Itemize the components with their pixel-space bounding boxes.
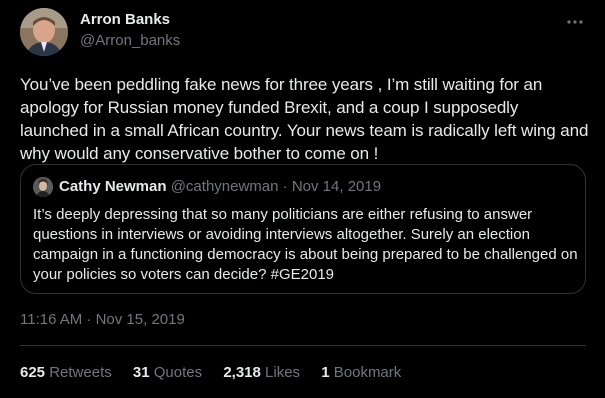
bookmarks-stat[interactable]: 1 Bookmark (321, 364, 401, 381)
quote-text: It’s deeply depressing that so many poli… (33, 206, 578, 283)
quote-author-name[interactable]: Cathy Newman (59, 178, 167, 195)
quotes-stat[interactable]: 31 Quotes (133, 364, 202, 381)
retweets-stat[interactable]: 625 Retweets (20, 364, 112, 381)
tweet-timestamp[interactable]: 11:16 AM · Nov 15, 2019 (20, 311, 185, 328)
retweets-count: 625 (20, 364, 46, 381)
quote-header: Cathy Newman @cathynewman · Nov 14, 2019 (59, 178, 381, 195)
quote-author-avatar (33, 177, 53, 197)
bookmarks-label: Bookmark (333, 364, 402, 381)
engagement-stats: 625 Retweets 31 Quotes 2,318 Likes 1 Boo… (20, 364, 418, 381)
author-handle[interactable]: @Arron_banks (80, 32, 180, 49)
tweet-text: You’ve been peddling fake news for three… (20, 75, 589, 163)
quote-separator: · (278, 178, 292, 195)
likes-count: 2,318 (223, 364, 261, 381)
quoted-tweet[interactable]: Cathy Newman @cathynewman · Nov 14, 2019… (20, 164, 586, 294)
quotes-count: 31 (132, 364, 150, 381)
author-name[interactable]: Arron Banks (80, 11, 170, 28)
likes-label: Likes (265, 364, 301, 381)
divider (20, 345, 586, 346)
retweets-label: Retweets (49, 364, 112, 381)
bookmarks-count: 1 (321, 364, 330, 381)
quote-author-handle[interactable]: @cathynewman (171, 178, 279, 195)
tweet: Arron Banks @Arron_banks You’ve been ped… (0, 0, 605, 398)
likes-stat[interactable]: 2,318 Likes (223, 364, 300, 381)
more-options-button[interactable] (560, 10, 590, 34)
more-horizontal-icon (567, 20, 583, 24)
quote-date[interactable]: Nov 14, 2019 (292, 178, 381, 195)
author-avatar[interactable] (20, 8, 68, 56)
quotes-label: Quotes (153, 364, 203, 381)
